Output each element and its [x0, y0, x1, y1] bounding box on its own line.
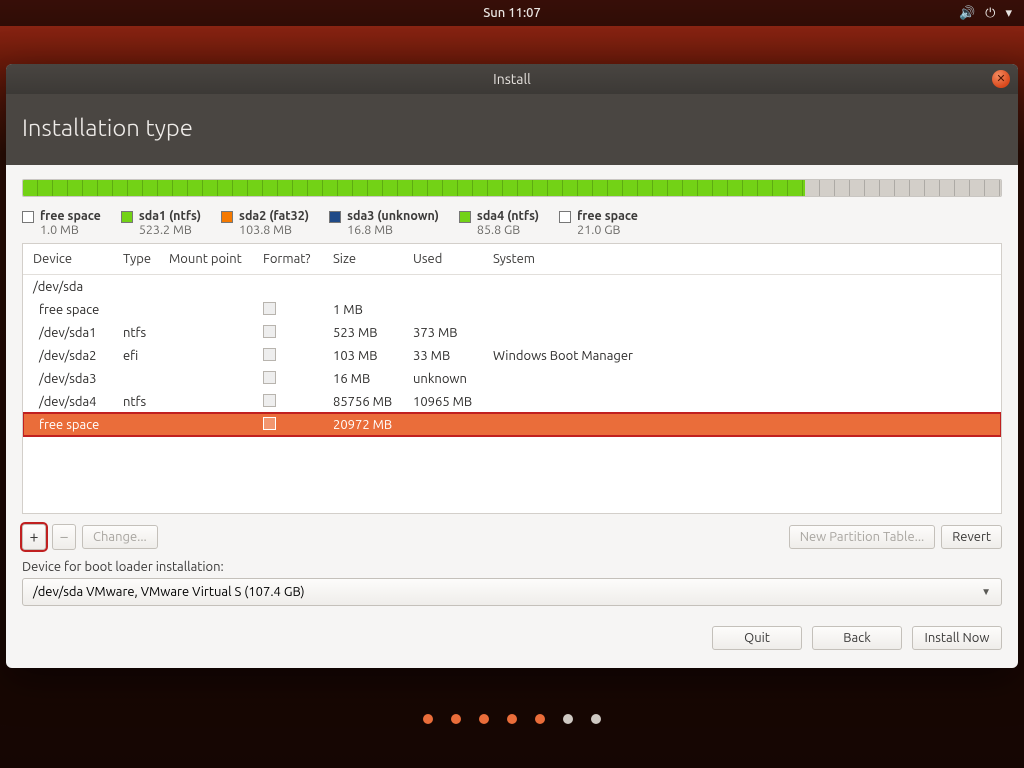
format-checkbox[interactable] — [263, 417, 276, 430]
table-disk-group[interactable]: /dev/sda — [23, 275, 1001, 298]
partition-toolbar: + − Change... New Partition Table... Rev… — [22, 524, 1002, 550]
pager-dot — [507, 714, 517, 724]
close-button[interactable]: ✕ — [992, 70, 1010, 88]
table-row[interactable]: /dev/sda1 ntfs 523 MB 373 MB — [23, 321, 1001, 344]
clock: Sun 11:07 — [483, 6, 541, 20]
partition-legend: free space1.0 MB sda1 (ntfs)523.2 MB sda… — [22, 209, 1002, 237]
swatch-icon — [329, 211, 341, 223]
format-checkbox[interactable] — [263, 371, 276, 384]
volume-icon[interactable]: 🔊 — [959, 6, 975, 21]
col-format[interactable]: Format? — [259, 250, 329, 268]
swatch-icon — [459, 211, 471, 223]
swatch-icon — [22, 211, 34, 223]
pager-dot — [591, 714, 601, 724]
installer-window: Install ✕ Installation type free space1.… — [6, 64, 1018, 668]
legend-item: sda2 (fat32)103.8 MB — [221, 209, 309, 237]
legend-item: free space1.0 MB — [22, 209, 101, 237]
bootloader-label: Device for boot loader installation: — [22, 560, 1002, 574]
pager-dot — [563, 714, 573, 724]
chevron-down-icon[interactable]: ▾ — [1005, 6, 1012, 21]
chevron-down-icon: ▼ — [981, 586, 991, 598]
pager-dot — [423, 714, 433, 724]
step-pager — [0, 714, 1024, 724]
pager-dot — [451, 714, 461, 724]
legend-item: sda4 (ntfs)85.8 GB — [459, 209, 539, 237]
swatch-icon — [121, 211, 133, 223]
system-top-bar: Sun 11:07 🔊 ⏻ ▾ — [0, 0, 1024, 26]
col-device[interactable]: Device — [29, 250, 119, 268]
window-titlebar: Install ✕ — [6, 64, 1018, 94]
table-row[interactable]: /dev/sda2 efi 103 MB 33 MB Windows Boot … — [23, 344, 1001, 367]
table-body: /dev/sda free space 1 MB /dev/sda1 ntfs — [23, 275, 1001, 513]
table-row-selected[interactable]: free space 20972 MB — [23, 413, 1001, 436]
legend-item: sda1 (ntfs)523.2 MB — [121, 209, 201, 237]
remove-partition-button[interactable]: − — [52, 524, 76, 550]
pager-dot — [479, 714, 489, 724]
format-checkbox[interactable] — [263, 348, 276, 361]
legend-item: free space21.0 GB — [559, 209, 638, 237]
change-partition-button[interactable]: Change... — [82, 525, 158, 549]
partition-bar — [22, 179, 1002, 197]
col-used[interactable]: Used — [409, 250, 489, 268]
col-system[interactable]: System — [489, 250, 995, 268]
format-checkbox[interactable] — [263, 325, 276, 338]
content-area: free space1.0 MB sda1 (ntfs)523.2 MB sda… — [6, 165, 1018, 668]
page-title: Installation type — [6, 94, 1018, 165]
new-partition-table-button[interactable]: New Partition Table... — [789, 525, 936, 549]
table-row[interactable]: free space 1 MB — [23, 298, 1001, 321]
swatch-icon — [559, 211, 571, 223]
table-row[interactable]: /dev/sda3 16 MB unknown — [23, 367, 1001, 390]
revert-button[interactable]: Revert — [941, 525, 1002, 549]
col-size[interactable]: Size — [329, 250, 409, 268]
format-checkbox[interactable] — [263, 302, 276, 315]
add-partition-button[interactable]: + — [22, 524, 46, 550]
bootloader-select[interactable]: /dev/sda VMware, VMware Virtual S (107.4… — [22, 578, 1002, 606]
table-row[interactable]: /dev/sda4 ntfs 85756 MB 10965 MB — [23, 390, 1001, 413]
install-now-button[interactable]: Install Now — [912, 626, 1002, 650]
legend-item: sda3 (unknown)16.8 MB — [329, 209, 439, 237]
power-icon[interactable]: ⏻ — [985, 6, 995, 21]
system-status-icons[interactable]: 🔊 ⏻ ▾ — [959, 6, 1012, 21]
table-header: Device Type Mount point Format? Size Use… — [23, 244, 1001, 275]
window-title: Install — [493, 71, 531, 87]
pager-dot — [535, 714, 545, 724]
format-checkbox[interactable] — [263, 394, 276, 407]
partition-table: Device Type Mount point Format? Size Use… — [22, 243, 1002, 514]
col-mount[interactable]: Mount point — [165, 250, 259, 268]
bootloader-value: /dev/sda VMware, VMware Virtual S (107.4… — [33, 585, 305, 599]
footer-buttons: Quit Back Install Now — [22, 626, 1002, 650]
back-button[interactable]: Back — [812, 626, 902, 650]
swatch-icon — [221, 211, 233, 223]
col-type[interactable]: Type — [119, 250, 165, 268]
quit-button[interactable]: Quit — [712, 626, 802, 650]
